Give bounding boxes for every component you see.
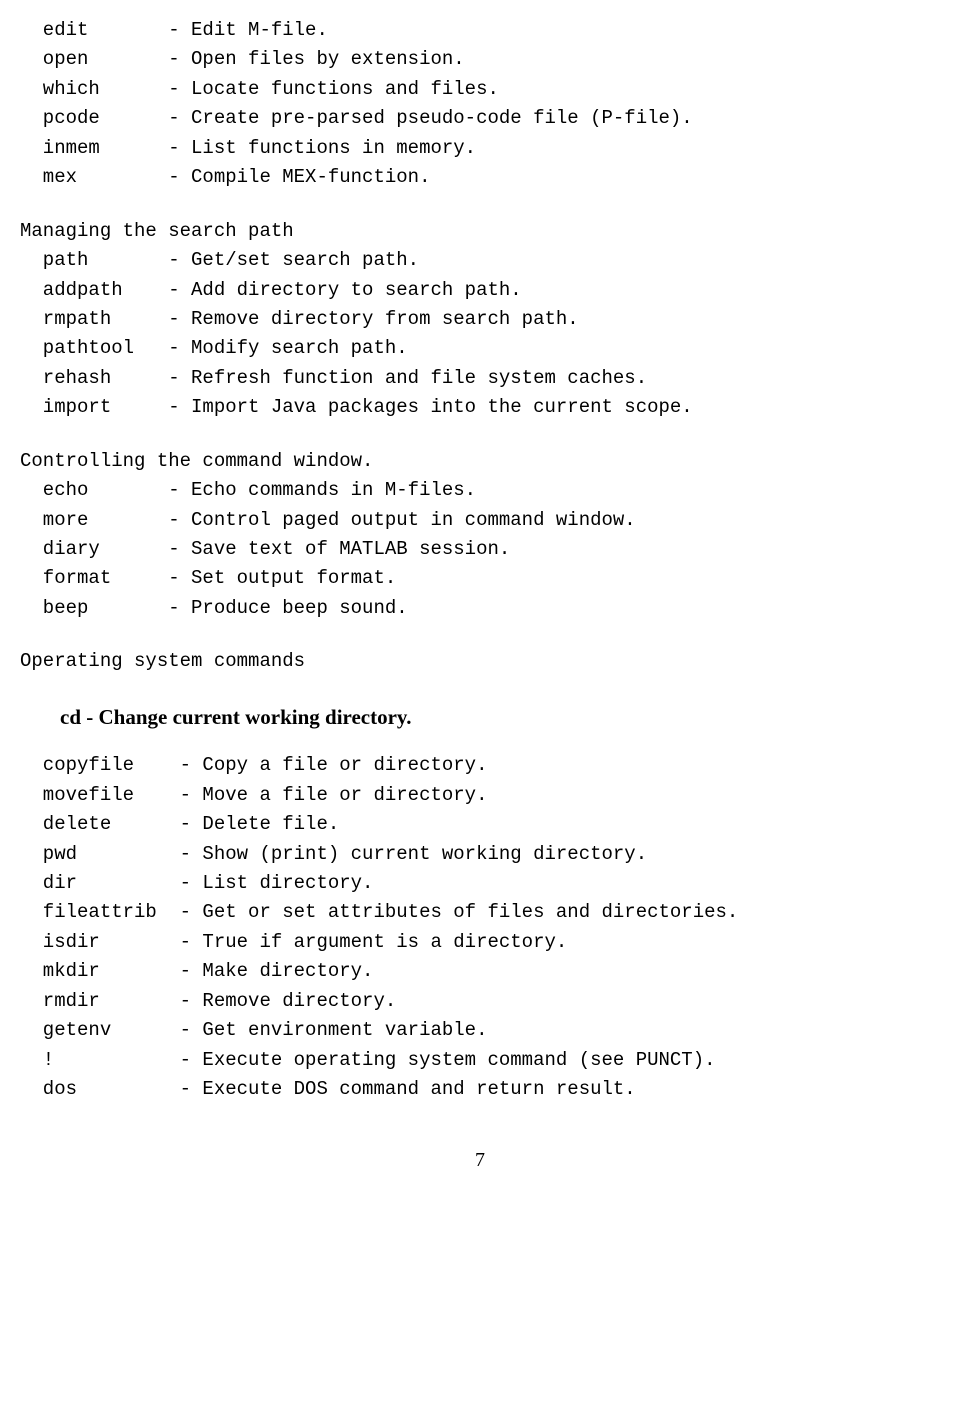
command-row: echo - Echo commands in M-files.	[20, 476, 940, 505]
command-row: getenv - Get environment variable.	[20, 1016, 940, 1045]
command-row: inmem - List functions in memory.	[20, 134, 940, 163]
command-row: mex - Compile MEX-function.	[20, 163, 940, 192]
command-row: mkdir - Make directory.	[20, 957, 940, 986]
command-row: delete - Delete file.	[20, 810, 940, 839]
command-row: movefile - Move a file or directory.	[20, 781, 940, 810]
section-header: Operating system commands	[20, 647, 940, 676]
section-header: Managing the search path	[20, 217, 940, 246]
command-row: format - Set output format.	[20, 564, 940, 593]
command-row: pcode - Create pre-parsed pseudo-code fi…	[20, 104, 940, 133]
command-row: pathtool - Modify search path.	[20, 334, 940, 363]
command-row: open - Open files by extension.	[20, 45, 940, 74]
command-row: ! - Execute operating system command (se…	[20, 1046, 940, 1075]
command-row: rmdir - Remove directory.	[20, 987, 940, 1016]
command-row: rmpath - Remove directory from search pa…	[20, 305, 940, 334]
command-row: addpath - Add directory to search path.	[20, 276, 940, 305]
command-row: dir - List directory.	[20, 869, 940, 898]
command-row: import - Import Java packages into the c…	[20, 393, 940, 422]
command-row: path - Get/set search path.	[20, 246, 940, 275]
command-row: rehash - Refresh function and file syste…	[20, 364, 940, 393]
command-row: fileattrib - Get or set attributes of fi…	[20, 898, 940, 927]
document-body: edit - Edit M-file. open - Open files by…	[20, 16, 940, 1105]
command-row: copyfile - Copy a file or directory.	[20, 751, 940, 780]
command-row: more - Control paged output in command w…	[20, 506, 940, 535]
command-row: pwd - Show (print) current working direc…	[20, 840, 940, 869]
subheading-cd: cd - Change current working directory.	[60, 701, 940, 734]
command-row: isdir - True if argument is a directory.	[20, 928, 940, 957]
page-number: 7	[20, 1145, 940, 1176]
command-row: dos - Execute DOS command and return res…	[20, 1075, 940, 1104]
command-row: beep - Produce beep sound.	[20, 594, 940, 623]
command-row: which - Locate functions and files.	[20, 75, 940, 104]
command-row: diary - Save text of MATLAB session.	[20, 535, 940, 564]
section-header: Controlling the command window.	[20, 447, 940, 476]
command-row: edit - Edit M-file.	[20, 16, 940, 45]
